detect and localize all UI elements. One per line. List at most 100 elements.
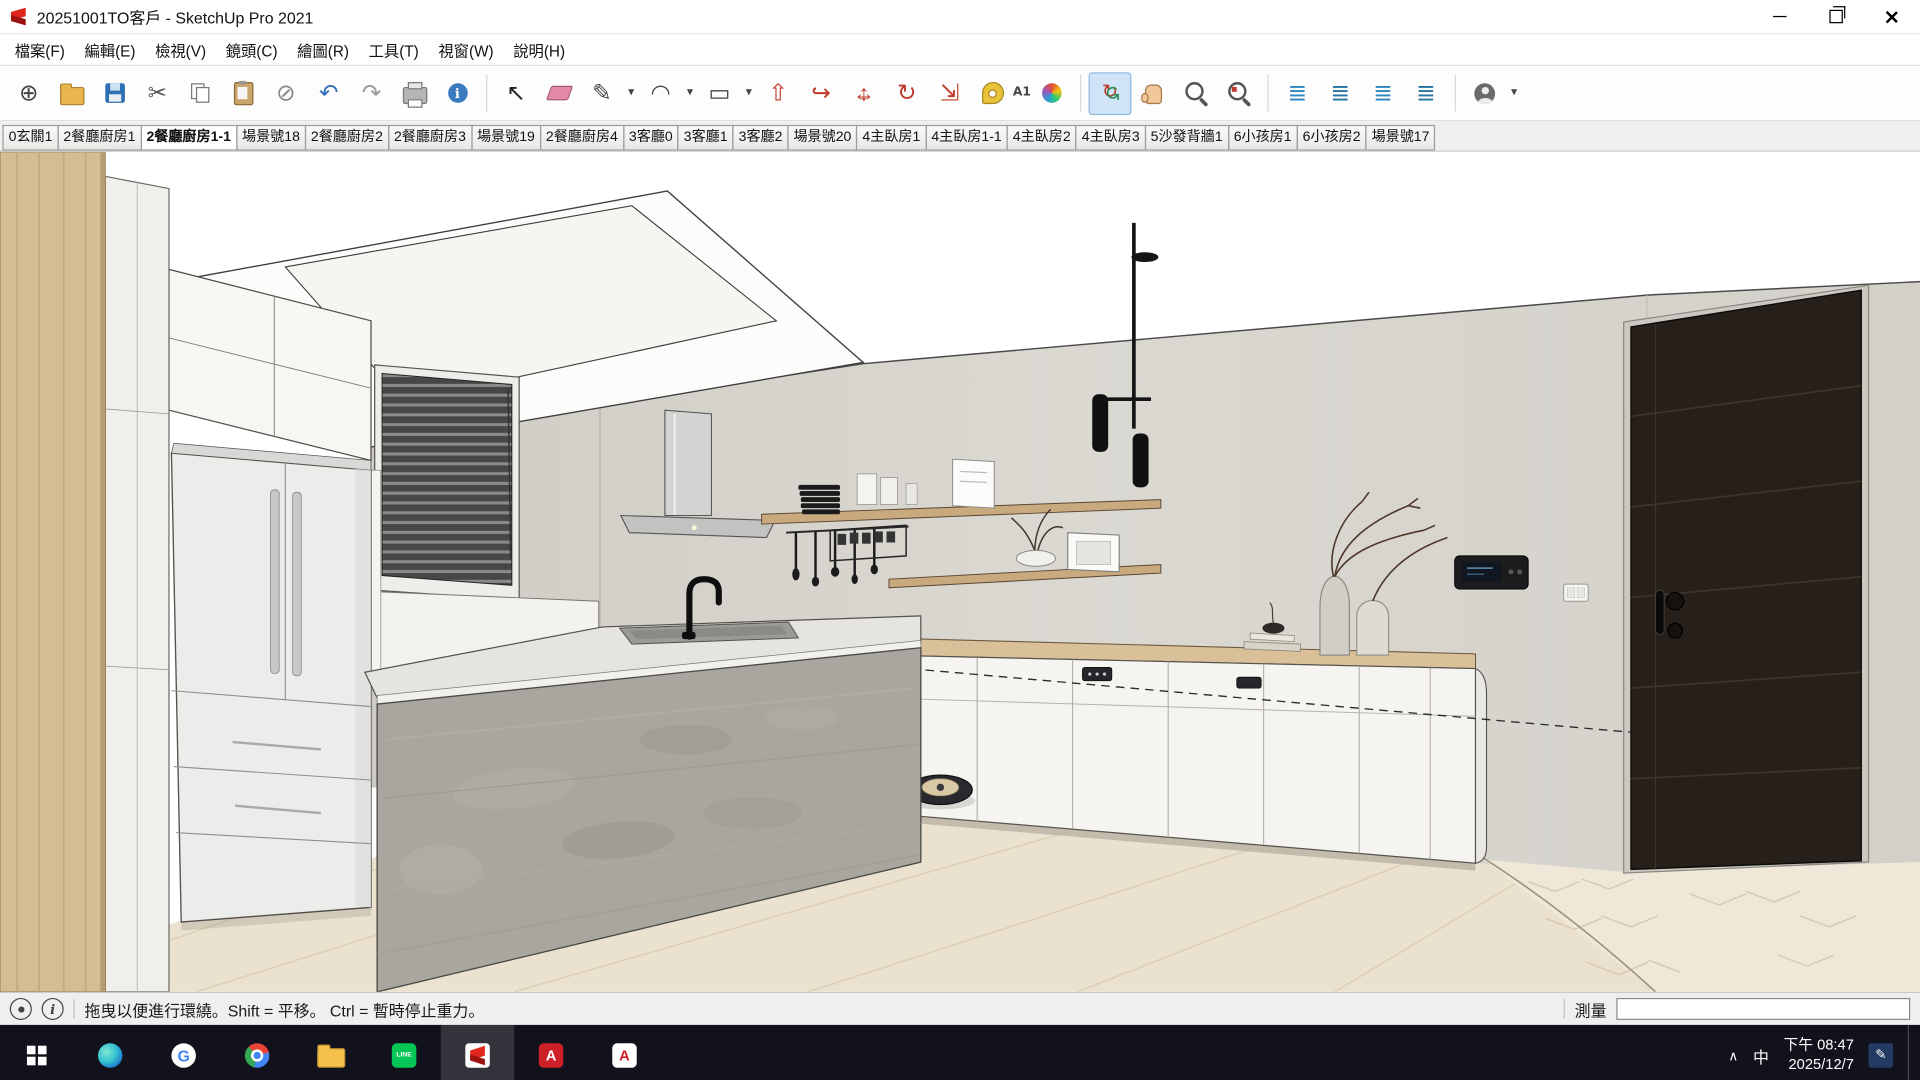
menu-item-6[interactable]: 工具(T) bbox=[359, 34, 429, 65]
mirror-planes-icon[interactable]: ≣ bbox=[1319, 72, 1362, 115]
scene-tab-4主臥房1-1[interactable]: 4主臥房1-1 bbox=[925, 125, 1008, 150]
geolocation-icon[interactable] bbox=[10, 998, 32, 1020]
scene-tab-2餐廳廚房2[interactable]: 2餐廳廚房2 bbox=[305, 125, 389, 150]
save-icon[interactable] bbox=[93, 72, 136, 115]
taskbar-clock[interactable]: 下午 08:47 2025/12/7 bbox=[1784, 1036, 1854, 1074]
zoom-extents-icon[interactable] bbox=[1217, 72, 1260, 115]
credits-icon[interactable] bbox=[42, 998, 64, 1020]
menu-item-5[interactable]: 繪圖(R) bbox=[287, 34, 358, 65]
scene-tab-0玄關1[interactable]: 0玄關1 bbox=[2, 125, 58, 150]
chrome-icon[interactable] bbox=[220, 1025, 293, 1080]
paint-bucket-icon bbox=[1041, 83, 1061, 103]
erase-icon[interactable]: ⊘ bbox=[264, 72, 307, 115]
open-folder-icon[interactable] bbox=[50, 72, 93, 115]
chevron-down-icon[interactable]: ▾ bbox=[682, 72, 698, 115]
section-planes-icon[interactable]: ≣ bbox=[1276, 72, 1319, 115]
acrobat-icon[interactable] bbox=[514, 1025, 587, 1080]
line-app-icon[interactable] bbox=[367, 1025, 440, 1080]
scene-tab-3客廳2[interactable]: 3客廳2 bbox=[732, 125, 788, 150]
redo-icon[interactable]: ↷ bbox=[350, 72, 393, 115]
restore-button[interactable] bbox=[1807, 0, 1863, 33]
arc-icon[interactable]: ◠ bbox=[639, 72, 682, 115]
text-label-icon[interactable]: A1 bbox=[1014, 72, 1030, 115]
move-icon[interactable] bbox=[842, 72, 885, 115]
undo-icon[interactable]: ↶ bbox=[307, 72, 350, 115]
system-tray: ∧ 中 下午 08:47 2025/12/7 bbox=[1728, 1025, 1920, 1080]
scene-tab-5沙發背牆1[interactable]: 5沙發背牆1 bbox=[1145, 125, 1229, 150]
user-account-icon[interactable] bbox=[1463, 72, 1506, 115]
orbit-icon[interactable] bbox=[1089, 72, 1132, 115]
acrobat-reader-icon[interactable] bbox=[588, 1025, 661, 1080]
menu-item-4[interactable]: 鏡頭(C) bbox=[216, 34, 287, 65]
pushpull-icon[interactable]: ⇧ bbox=[757, 72, 800, 115]
tall-cabinet-column bbox=[105, 176, 169, 992]
toolbar-separator bbox=[1267, 75, 1268, 112]
start-button[interactable] bbox=[0, 1025, 73, 1080]
menu-item-7[interactable]: 視窗(W) bbox=[429, 34, 504, 65]
layer-stack-icon[interactable]: ≣ bbox=[1362, 72, 1405, 115]
start-button bbox=[27, 1046, 47, 1066]
menu-item-3[interactable]: 檢視(V) bbox=[145, 34, 216, 65]
model-info-icon[interactable] bbox=[436, 72, 479, 115]
scene-tab-2餐廳廚房3[interactable]: 2餐廳廚房3 bbox=[388, 125, 472, 150]
zoom-icon[interactable] bbox=[1174, 72, 1217, 115]
close-button[interactable] bbox=[1864, 0, 1920, 33]
ime-indicator[interactable]: 中 bbox=[1753, 1044, 1769, 1067]
flip-planes-icon[interactable]: ≣ bbox=[1404, 72, 1447, 115]
sketchup-logo-icon bbox=[10, 7, 28, 25]
chevron-down-icon: ▾ bbox=[1511, 87, 1517, 99]
copy-icon[interactable] bbox=[179, 72, 222, 115]
scene-tab-4主臥房1[interactable]: 4主臥房1 bbox=[856, 125, 926, 150]
scene-tab-3客廳0[interactable]: 3客廳0 bbox=[623, 125, 679, 150]
menu-item-2[interactable]: 編輯(E) bbox=[75, 34, 146, 65]
pan-hand-icon[interactable] bbox=[1131, 72, 1174, 115]
shapes-rectangle-icon[interactable]: ▭ bbox=[698, 72, 741, 115]
menu-item-8[interactable]: 說明(H) bbox=[503, 34, 574, 65]
door-lock-lower bbox=[1668, 623, 1683, 638]
scene-tab-2餐廳廚房1-1[interactable]: 2餐廳廚房1-1 bbox=[140, 125, 237, 150]
tray-chevron-icon[interactable]: ∧ bbox=[1728, 1048, 1738, 1064]
touch-keyboard-icon[interactable] bbox=[1869, 1043, 1893, 1067]
edge-icon[interactable] bbox=[73, 1025, 146, 1080]
file-explorer-icon[interactable] bbox=[294, 1025, 367, 1080]
tape-measure-icon[interactable] bbox=[971, 72, 1014, 115]
chevron-down-icon[interactable]: ▾ bbox=[623, 72, 639, 115]
scene-tab-6小孩房1[interactable]: 6小孩房1 bbox=[1228, 125, 1298, 150]
show-desktop-button[interactable] bbox=[1908, 1025, 1915, 1080]
scene-tab-2餐廳廚房1[interactable]: 2餐廳廚房1 bbox=[57, 125, 141, 150]
chevron-down-icon[interactable]: ▾ bbox=[741, 72, 757, 115]
scene-tab-場景號18[interactable]: 場景號18 bbox=[236, 125, 306, 150]
minimize-button[interactable] bbox=[1751, 0, 1807, 33]
scene-tab-場景號20[interactable]: 場景號20 bbox=[787, 125, 857, 150]
scene-tab-6小孩房2[interactable]: 6小孩房2 bbox=[1297, 125, 1367, 150]
line-app-icon bbox=[392, 1043, 416, 1067]
user-account-icon bbox=[1474, 83, 1495, 104]
menu-item-1[interactable]: 檔案(F) bbox=[5, 34, 75, 65]
followme-icon[interactable]: ↪ bbox=[800, 72, 843, 115]
scene-tab-3客廳1[interactable]: 3客廳1 bbox=[678, 125, 734, 150]
scene-tab-4主臥房3[interactable]: 4主臥房3 bbox=[1076, 125, 1146, 150]
rotate-icon[interactable]: ↻ bbox=[885, 72, 928, 115]
chevron-down-icon[interactable]: ▾ bbox=[1506, 72, 1522, 115]
scene-tab-2餐廳廚房4[interactable]: 2餐廳廚房4 bbox=[540, 125, 624, 150]
new-icon[interactable]: ⊕ bbox=[7, 72, 50, 115]
scene-tab-場景號19[interactable]: 場景號19 bbox=[471, 125, 541, 150]
scene-tab-場景號17[interactable]: 場景號17 bbox=[1365, 125, 1435, 150]
viewport-3d[interactable] bbox=[0, 152, 1920, 992]
undo-icon: ↶ bbox=[319, 81, 338, 104]
google-icon[interactable] bbox=[147, 1025, 220, 1080]
sketchup-app-icon[interactable] bbox=[441, 1025, 514, 1080]
model-viewport[interactable] bbox=[0, 152, 1920, 992]
pencil-line-icon[interactable]: ✎ bbox=[580, 72, 623, 115]
paint-bucket-icon[interactable] bbox=[1030, 72, 1073, 115]
cut-icon[interactable]: ✂ bbox=[136, 72, 179, 115]
select-icon[interactable]: ↖ bbox=[495, 72, 538, 115]
zoom-icon bbox=[1185, 82, 1203, 100]
acrobat-icon bbox=[539, 1043, 563, 1067]
paste-icon[interactable] bbox=[222, 72, 265, 115]
measurement-input[interactable] bbox=[1616, 998, 1910, 1020]
scene-tab-4主臥房2[interactable]: 4主臥房2 bbox=[1007, 125, 1077, 150]
scale-icon[interactable]: ⇲ bbox=[928, 72, 971, 115]
print-icon[interactable] bbox=[393, 72, 436, 115]
eraser-icon[interactable] bbox=[538, 72, 581, 115]
